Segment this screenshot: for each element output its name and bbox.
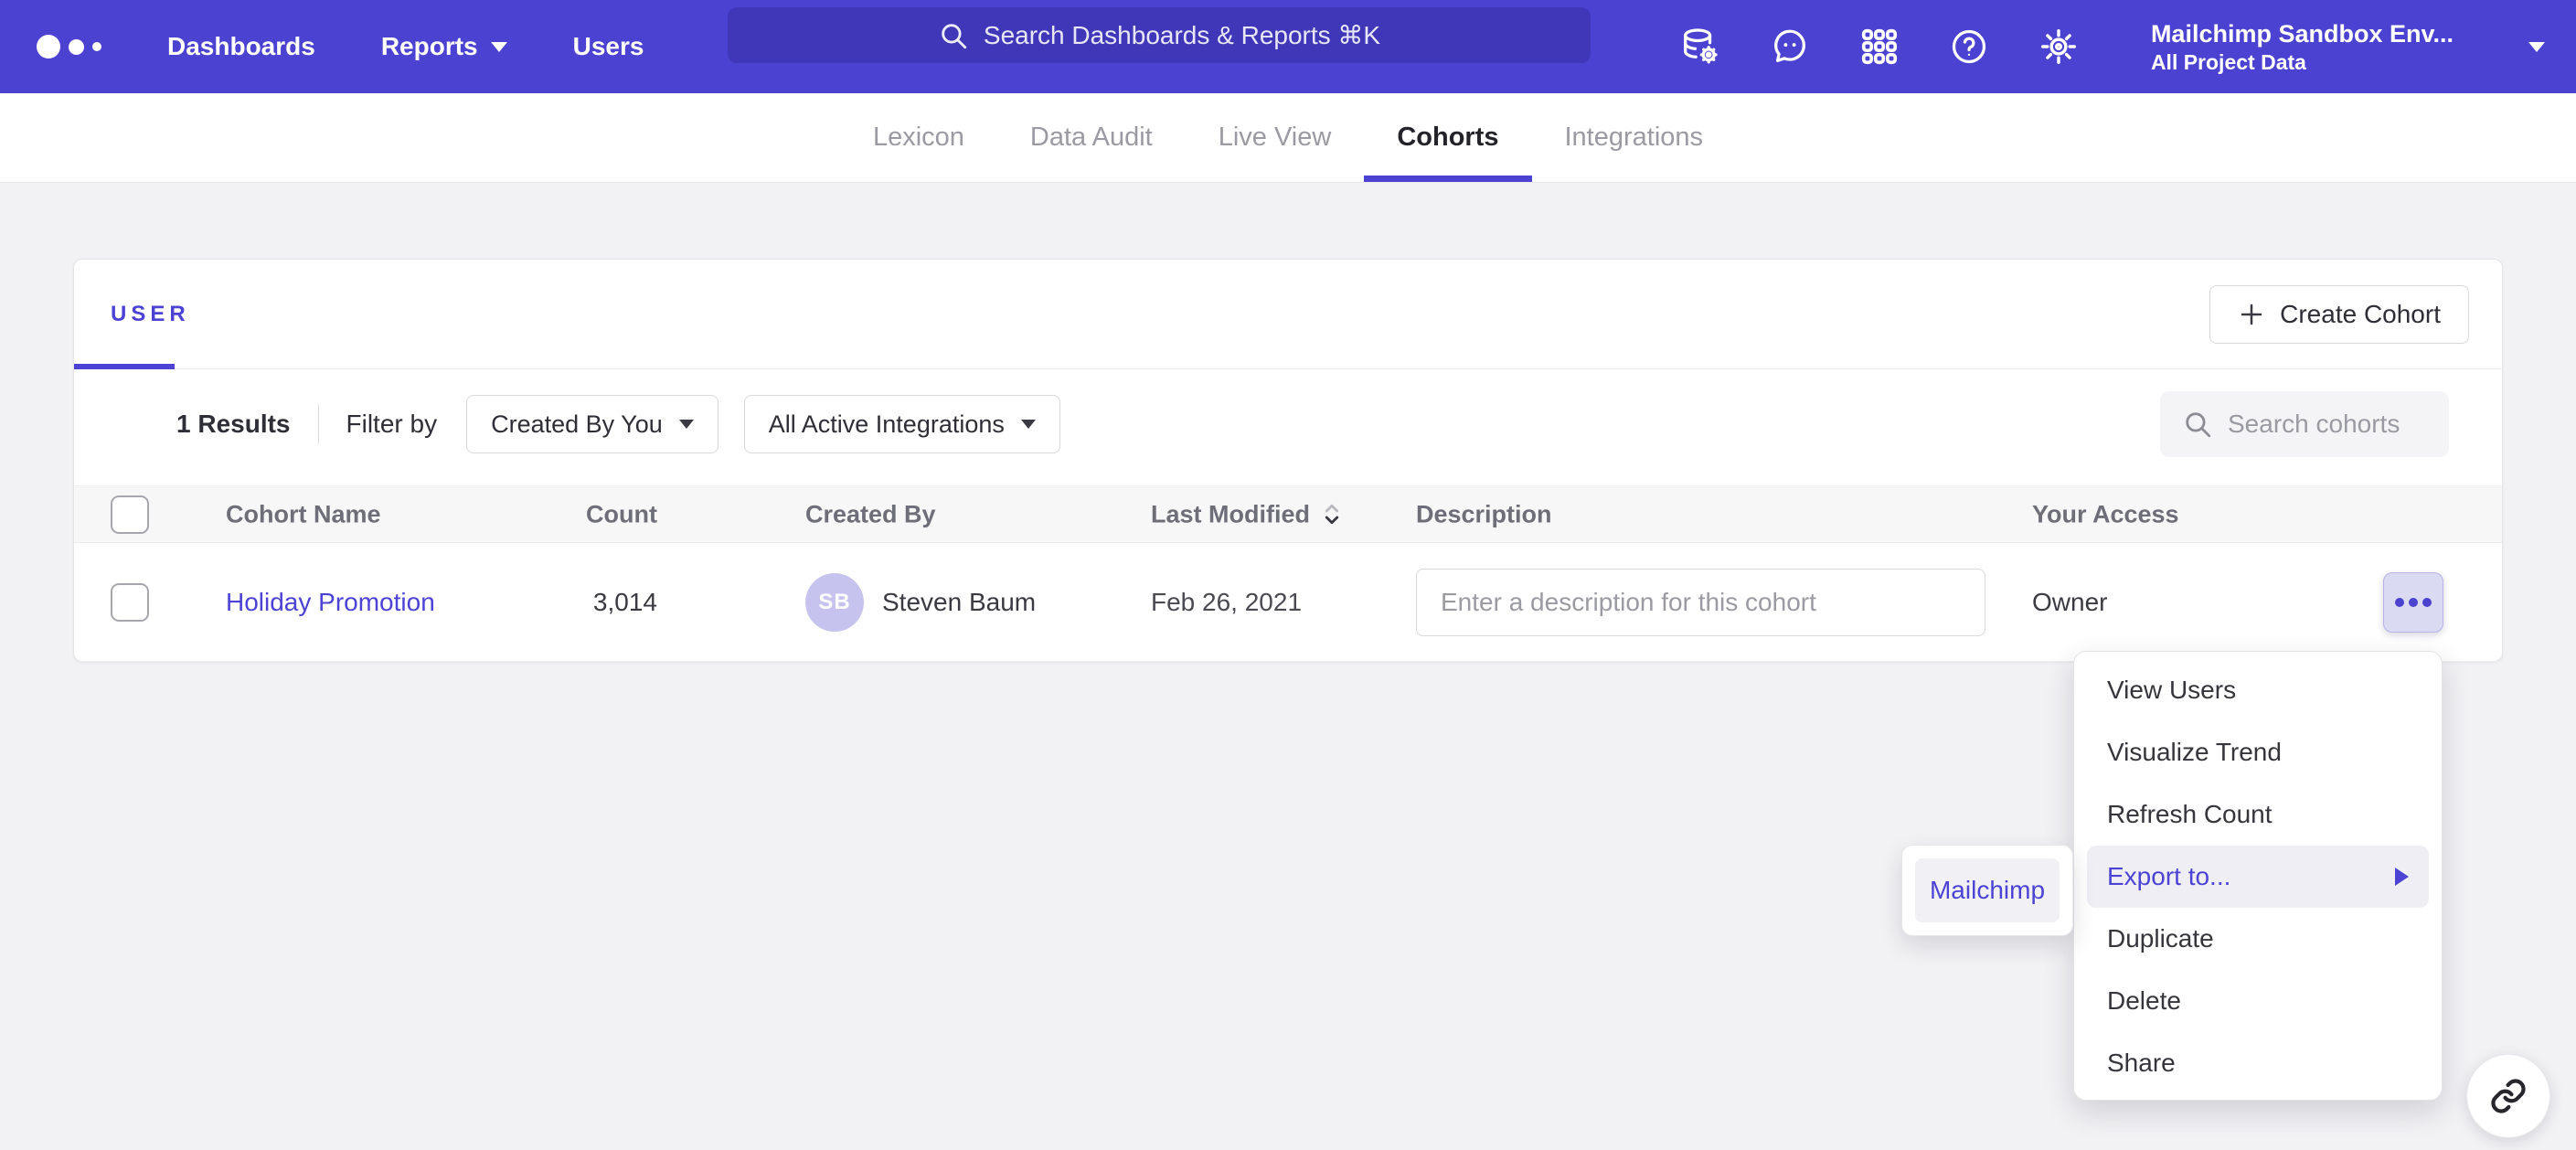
tab-integrations[interactable]: Integrations [1532,93,1737,182]
search-cohorts-placeholder: Search cohorts [2228,410,2400,439]
nav-item-reports[interactable]: Reports [381,32,507,61]
chevron-down-icon [491,42,507,52]
tab-lexicon[interactable]: Lexicon [840,93,997,182]
create-cohort-button[interactable]: Create Cohort [2209,285,2469,344]
tab-label: Cohorts [1397,122,1498,153]
column-header-cohort-name: Cohort Name [226,500,381,528]
menu-item-refresh-count[interactable]: Refresh Count [2074,783,2442,846]
cohorts-page: Dashboards Reports Users Search Dashboar… [0,0,2576,1150]
chevron-down-icon [679,420,694,429]
search-icon [938,20,969,51]
submenu-arrow-icon [2395,868,2409,886]
feedback-icon[interactable] [1769,26,1811,68]
table-header: Cohort Name Count Created By Last Modifi… [74,485,2502,543]
cohort-type-tabs: USER Create Cohort [74,260,2502,369]
ellipsis-icon [2395,598,2404,607]
cohorts-card: USER Create Cohort 1 Results Filter by C… [73,259,2503,662]
search-cohorts-input[interactable]: Search cohorts [2160,391,2449,457]
project-chevron-down-icon[interactable] [2528,42,2545,52]
project-name: Mailchimp Sandbox Env... [2151,18,2454,49]
results-count: 1 Results [176,410,291,439]
filter-row: 1 Results Filter by Created By You All A… [176,394,2449,454]
top-nav: Dashboards Reports Users Search Dashboar… [0,0,2576,93]
column-header-last-modified[interactable]: Last Modified [1151,500,1343,528]
created-by-filter-dropdown[interactable]: Created By You [466,395,719,453]
checkbox[interactable] [111,495,149,534]
search-placeholder: Search Dashboards & Reports ⌘K [984,20,1380,50]
sort-icon [1321,501,1343,528]
export-submenu: Mailchimp [1901,845,2073,936]
menu-item-share[interactable]: Share [2074,1032,2442,1094]
nav-item-label: Dashboards [167,32,315,61]
tab-live-view[interactable]: Live View [1186,93,1365,182]
row-actions-menu-button[interactable] [2383,572,2443,633]
tab-cohorts[interactable]: Cohorts [1364,93,1531,182]
row-actions-context-menu: View Users Visualize Trend Refresh Count… [2073,651,2443,1101]
nav-item-dashboards[interactable]: Dashboards [167,32,315,61]
link-icon [2489,1077,2528,1115]
submenu-item-mailchimp[interactable]: Mailchimp [1915,858,2060,922]
description-input[interactable] [1416,569,1985,636]
row-checkbox-cell [111,583,149,622]
menu-item-delete[interactable]: Delete [2074,970,2442,1032]
project-selector[interactable]: Mailchimp Sandbox Env... All Project Dat… [2151,18,2454,75]
column-header-description: Description [1416,500,1552,528]
column-header-created-by: Created By [805,500,936,528]
menu-item-view-users[interactable]: View Users [2074,659,2442,721]
chevron-down-icon [1021,420,1036,429]
last-modified-date: Feb 26, 2021 [1151,588,1302,617]
column-header-your-access: Your Access [2032,500,2179,528]
column-label: Last Modified [1151,500,1310,528]
menu-item-label: Export to... [2107,862,2230,891]
access-level: Owner [2032,588,2107,616]
tab-user-cohorts[interactable]: USER [111,302,190,327]
settings-gear-icon[interactable] [2038,26,2080,68]
help-icon[interactable] [1948,26,1990,68]
menu-item-duplicate[interactable]: Duplicate [2074,908,2442,970]
table-row: Holiday Promotion 3,014 SB Steven Baum F… [74,544,2502,662]
ellipsis-icon [2409,598,2418,607]
tab-label: Data Audit [1030,122,1153,153]
tab-data-audit[interactable]: Data Audit [997,93,1186,182]
row-checkbox[interactable] [111,583,149,622]
tab-label: Live View [1219,122,1332,153]
create-cohort-label: Create Cohort [2280,300,2441,329]
logo-dot [37,35,60,59]
select-all-checkbox[interactable] [111,495,149,534]
tab-label: Lexicon [873,122,964,153]
cohort-count: 3,014 [593,588,657,616]
data-management-icon[interactable] [1679,26,1721,68]
logo-dot [69,39,84,55]
data-management-tabs: Lexicon Data Audit Live View Cohorts Int… [0,93,2576,183]
top-nav-right: Mailchimp Sandbox Env... All Project Dat… [1679,0,2545,93]
active-tab-underline [74,364,175,369]
filter-label: All Active Integrations [769,410,1005,439]
logo-dot [92,42,101,51]
plus-icon [2238,301,2265,328]
divider [318,405,319,443]
search-icon [2182,409,2213,440]
copy-link-fab[interactable] [2466,1054,2550,1138]
created-by-name: Steven Baum [882,588,1036,617]
nav-item-users[interactable]: Users [573,32,644,61]
column-header-count: Count [440,500,657,528]
avatar: SB [805,573,864,632]
ellipsis-icon [2422,598,2432,607]
nav-item-label: Users [573,32,644,61]
global-search-input[interactable]: Search Dashboards & Reports ⌘K [728,7,1591,63]
cohort-name-link[interactable]: Holiday Promotion [226,588,435,616]
project-subtitle: All Project Data [2151,49,2454,75]
menu-item-export-to[interactable]: Export to... [2087,846,2429,908]
apps-grid-icon[interactable] [1858,26,1900,68]
filter-by-label: Filter by [346,410,438,439]
created-by-cell: SB Steven Baum [805,573,1036,632]
filter-label: Created By You [491,410,663,439]
menu-item-visualize-trend[interactable]: Visualize Trend [2074,721,2442,783]
integrations-filter-dropdown[interactable]: All Active Integrations [744,395,1060,453]
tab-label: Integrations [1565,122,1704,153]
mixpanel-logo[interactable] [37,35,101,59]
nav-item-label: Reports [381,32,478,61]
